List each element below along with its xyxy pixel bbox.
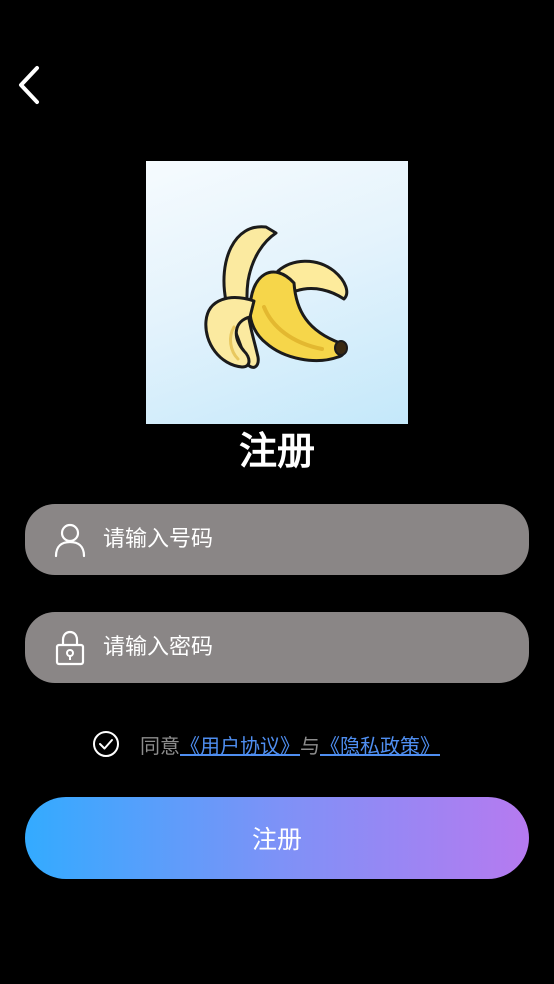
agreement-prefix: 同意: [140, 733, 180, 758]
privacy-policy-link[interactable]: 《隐私政策》: [320, 730, 440, 759]
password-input[interactable]: [101, 634, 529, 661]
banana-icon: [204, 225, 349, 369]
register-button[interactable]: 注册: [25, 797, 529, 879]
lock-icon: [53, 629, 87, 667]
agreement-row: 同意 《用户协议》 与 《隐私政策》: [92, 728, 440, 760]
app-logo: [146, 161, 408, 424]
page-title: 注册: [238, 429, 315, 473]
password-field[interactable]: [25, 612, 529, 683]
check-circle-icon[interactable]: [92, 730, 120, 758]
agreement-conjunction: 与: [300, 733, 320, 758]
back-button[interactable]: [10, 64, 50, 110]
user-icon: [53, 521, 87, 559]
chevron-left-icon: [15, 64, 45, 110]
phone-field[interactable]: [25, 504, 529, 575]
phone-input[interactable]: [101, 526, 529, 553]
user-agreement-link[interactable]: 《用户协议》: [180, 730, 300, 759]
register-button-label: 注册: [251, 825, 302, 854]
